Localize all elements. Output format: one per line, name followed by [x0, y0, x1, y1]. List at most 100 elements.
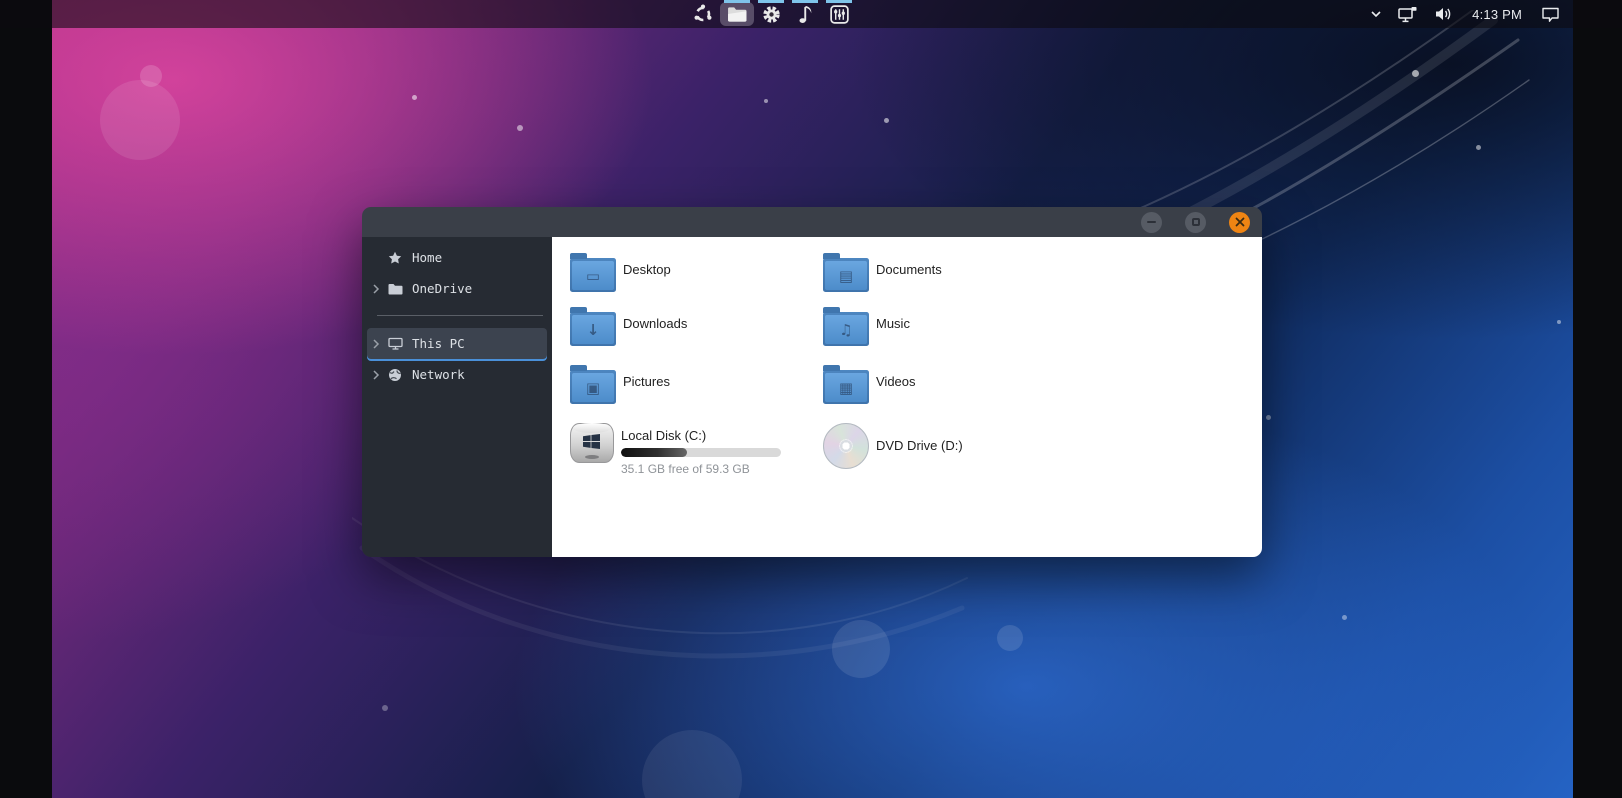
folder-label: Music: [876, 316, 910, 331]
sidebar: Home OneDrive This PC Network: [362, 237, 552, 557]
disk-capacity-text: 35.1 GB free of 59.3 GB: [621, 462, 750, 476]
tray-expand-button[interactable]: [1367, 0, 1385, 28]
folder-item-desktop[interactable]: ▭ Desktop: [570, 252, 671, 292]
chat-bubble-icon: [1542, 7, 1559, 22]
videos-folder-icon: ▦: [823, 365, 869, 404]
notifications-button[interactable]: [1539, 0, 1562, 28]
settings-gear-icon: [762, 5, 780, 23]
star-icon: [386, 251, 404, 265]
windows-logo-icon: [583, 434, 600, 449]
minimize-icon: [1147, 221, 1156, 223]
computer-icon: [386, 337, 404, 350]
disk-usage-fill: [621, 448, 687, 457]
bokeh-dot: [382, 705, 388, 711]
running-indicator: [758, 0, 784, 3]
bokeh-dot: [517, 125, 523, 131]
disk-usage-bar: [621, 448, 781, 457]
window-titlebar[interactable]: [362, 207, 1262, 237]
documents-folder-icon: ▤: [823, 253, 869, 292]
sidebar-item-network[interactable]: Network: [362, 359, 552, 390]
bokeh-dot: [1476, 145, 1481, 150]
maximize-button[interactable]: [1185, 211, 1206, 233]
running-indicator: [826, 0, 852, 3]
drive-item-dvd-d[interactable]: DVD Drive (D:): [823, 423, 963, 469]
clock[interactable]: 4:13 PM: [1466, 7, 1528, 22]
folder-label: Videos: [876, 374, 916, 389]
bokeh-dot: [412, 95, 417, 100]
folder-icon: [386, 283, 404, 295]
sidebar-item-label: Network: [412, 367, 465, 382]
bokeh-circle: [832, 620, 890, 678]
bokeh-dot: [1342, 615, 1347, 620]
bokeh-dot: [884, 118, 889, 123]
hard-drive-icon: [570, 423, 614, 463]
music-folder-icon: ♫: [823, 307, 869, 346]
running-indicator: [792, 0, 818, 3]
folder-label: Desktop: [623, 262, 671, 277]
speaker-icon: [1436, 8, 1451, 20]
ubuntu-logo-icon: [694, 4, 712, 22]
downloads-glyph: ↓: [586, 321, 600, 339]
folder-item-downloads[interactable]: ↓ Downloads: [570, 306, 687, 346]
bokeh-circle: [140, 65, 162, 87]
folder-label: Documents: [876, 262, 942, 277]
running-indicator: [724, 0, 750, 3]
bokeh-dot: [1412, 70, 1419, 77]
chevron-right-icon[interactable]: [370, 338, 382, 349]
bokeh-dot: [764, 99, 768, 103]
sidebar-item-label: Home: [412, 250, 443, 265]
system-tray: 4:13 PM: [1367, 0, 1562, 28]
top-panel: 4:13 PM: [0, 0, 1622, 28]
sidebar-item-onedrive[interactable]: OneDrive: [362, 273, 552, 304]
folder-item-documents[interactable]: ▤ Documents: [823, 252, 942, 292]
launcher-files-button[interactable]: [720, 0, 754, 26]
launcher-settings-button[interactable]: [754, 0, 788, 26]
folder-item-music[interactable]: ♫ Music: [823, 306, 910, 346]
folder-label: Pictures: [623, 374, 670, 389]
launcher-ubuntu-button[interactable]: [686, 2, 720, 26]
chevron-right-icon[interactable]: [370, 283, 382, 294]
globe-icon: [386, 368, 404, 382]
bokeh-circle: [997, 625, 1023, 651]
downloads-folder-icon: ↓: [570, 307, 616, 346]
pictures-glyph: ▣: [585, 379, 601, 397]
close-button[interactable]: [1229, 211, 1250, 233]
bokeh-dot: [1266, 415, 1271, 420]
launcher-tweaks-button[interactable]: [822, 0, 856, 26]
close-icon: [1235, 217, 1244, 227]
launcher-music-button[interactable]: [788, 0, 822, 26]
bokeh-circle: [642, 730, 742, 798]
folder-item-videos[interactable]: ▦ Videos: [823, 364, 916, 404]
sidebar-item-this-pc[interactable]: This PC: [367, 328, 547, 359]
pictures-folder-icon: ▣: [570, 365, 616, 404]
folder-item-pictures[interactable]: ▣ Pictures: [570, 364, 670, 404]
files-folder-icon: [727, 6, 746, 22]
minimize-button[interactable]: [1141, 211, 1162, 233]
sidebar-item-home[interactable]: Home: [362, 242, 552, 273]
network-monitor-icon: [1398, 6, 1417, 22]
desktop-folder-icon: ▭: [570, 253, 616, 292]
drive-item-local-disk-c[interactable]: Local Disk (C:) 35.1 GB free of 59.3 GB: [570, 423, 781, 476]
network-status-button[interactable]: [1396, 0, 1421, 28]
music-note-icon: [799, 5, 811, 23]
music-glyph: ♫: [839, 321, 853, 339]
sidebar-item-label: This PC: [412, 336, 465, 351]
chevron-down-icon: [1371, 11, 1381, 18]
desktop-glyph: ▭: [585, 267, 601, 285]
videos-glyph: ▦: [838, 379, 854, 397]
maximize-icon: [1191, 218, 1200, 226]
file-list-area: ▭ Desktop ▤ Documents ↓ Downloads ♫ Musi…: [552, 237, 1262, 557]
app-launcher: [686, 0, 856, 28]
folder-label: Downloads: [623, 316, 688, 331]
dvd-disc-icon: [823, 423, 869, 469]
sidebar-divider: [377, 315, 543, 316]
chevron-right-icon[interactable]: [370, 369, 382, 380]
sidebar-item-label: OneDrive: [412, 281, 473, 296]
tweaks-sliders-icon: [829, 4, 849, 24]
bokeh-circle: [100, 80, 180, 160]
drive-label: Local Disk (C:): [621, 428, 707, 443]
drive-label: DVD Drive (D:): [876, 438, 963, 453]
file-manager-window: Home OneDrive This PC Network ▭ Desktop …: [362, 207, 1262, 557]
volume-button[interactable]: [1432, 0, 1455, 28]
documents-glyph: ▤: [838, 267, 854, 285]
